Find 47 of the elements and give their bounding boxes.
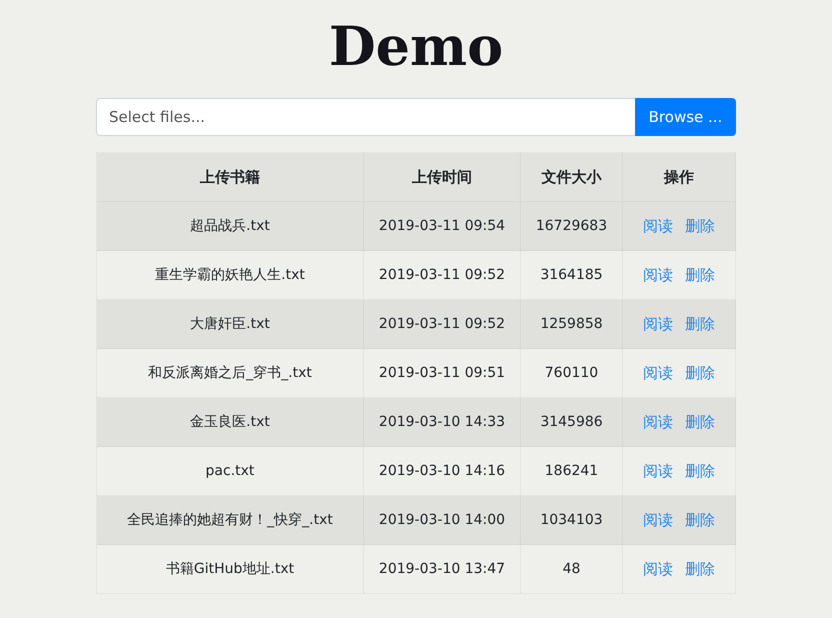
- delete-link[interactable]: 删除: [685, 266, 715, 284]
- read-link[interactable]: 阅读: [643, 314, 673, 332]
- column-header: 操作: [664, 168, 694, 186]
- file-name: 金玉良医.txt: [190, 414, 270, 430]
- file-name: 和反派离婚之后_穿书_.txt: [148, 365, 312, 381]
- read-link[interactable]: 阅读: [643, 560, 673, 578]
- upload-time: 2019-03-11 09:52: [378, 267, 506, 283]
- file-size: 3164185: [540, 267, 603, 283]
- upload-time: 2019-03-10 14:16: [378, 463, 506, 479]
- file-size: 760110: [544, 365, 598, 381]
- file-size: 1034103: [540, 512, 603, 528]
- read-link[interactable]: 阅读: [643, 412, 673, 430]
- upload-time: 2019-03-10 14:00: [378, 512, 506, 528]
- upload-time: 2019-03-10 13:47: [378, 561, 506, 577]
- delete-link[interactable]: 删除: [685, 412, 715, 430]
- column-header: 上传书籍: [200, 168, 260, 186]
- delete-link[interactable]: 删除: [685, 314, 715, 332]
- file-size: 186241: [544, 463, 598, 479]
- column-header: 上传时间: [412, 168, 472, 186]
- read-link[interactable]: 阅读: [643, 216, 673, 234]
- file-size: 1259858: [540, 316, 603, 332]
- browse-button[interactable]: Browse ...: [635, 98, 736, 136]
- delete-link[interactable]: 删除: [685, 216, 715, 234]
- delete-link[interactable]: 删除: [685, 364, 715, 382]
- delete-link[interactable]: 删除: [685, 560, 715, 578]
- upload-time: 2019-03-11 09:54: [378, 218, 506, 234]
- upload-time: 2019-03-11 09:51: [378, 365, 506, 381]
- file-name: 超品战兵.txt: [190, 218, 270, 234]
- file-name: 书籍GitHub地址.txt: [166, 561, 294, 577]
- read-link[interactable]: 阅读: [643, 462, 673, 480]
- delete-link[interactable]: 删除: [685, 462, 715, 480]
- page-title: Demo: [328, 14, 504, 78]
- file-size: 48: [562, 561, 580, 577]
- read-link[interactable]: 阅读: [643, 364, 673, 382]
- file-name: 全民追捧的她超有财！_快穿_.txt: [127, 512, 333, 528]
- file-name: 大唐奸臣.txt: [190, 316, 270, 332]
- file-field[interactable]: Select files...: [96, 98, 635, 136]
- file-size: 3145986: [540, 414, 603, 430]
- file-size: 16729683: [536, 218, 608, 234]
- file-name: 重生学霸的妖艳人生.txt: [155, 267, 305, 283]
- upload-time: 2019-03-11 09:52: [378, 316, 506, 332]
- file-name: pac.txt: [206, 463, 254, 479]
- delete-link[interactable]: 删除: [685, 510, 715, 528]
- upload-time: 2019-03-10 14:33: [378, 414, 506, 430]
- column-header: 文件大小: [542, 168, 602, 186]
- read-link[interactable]: 阅读: [643, 510, 673, 528]
- read-link[interactable]: 阅读: [643, 266, 673, 284]
